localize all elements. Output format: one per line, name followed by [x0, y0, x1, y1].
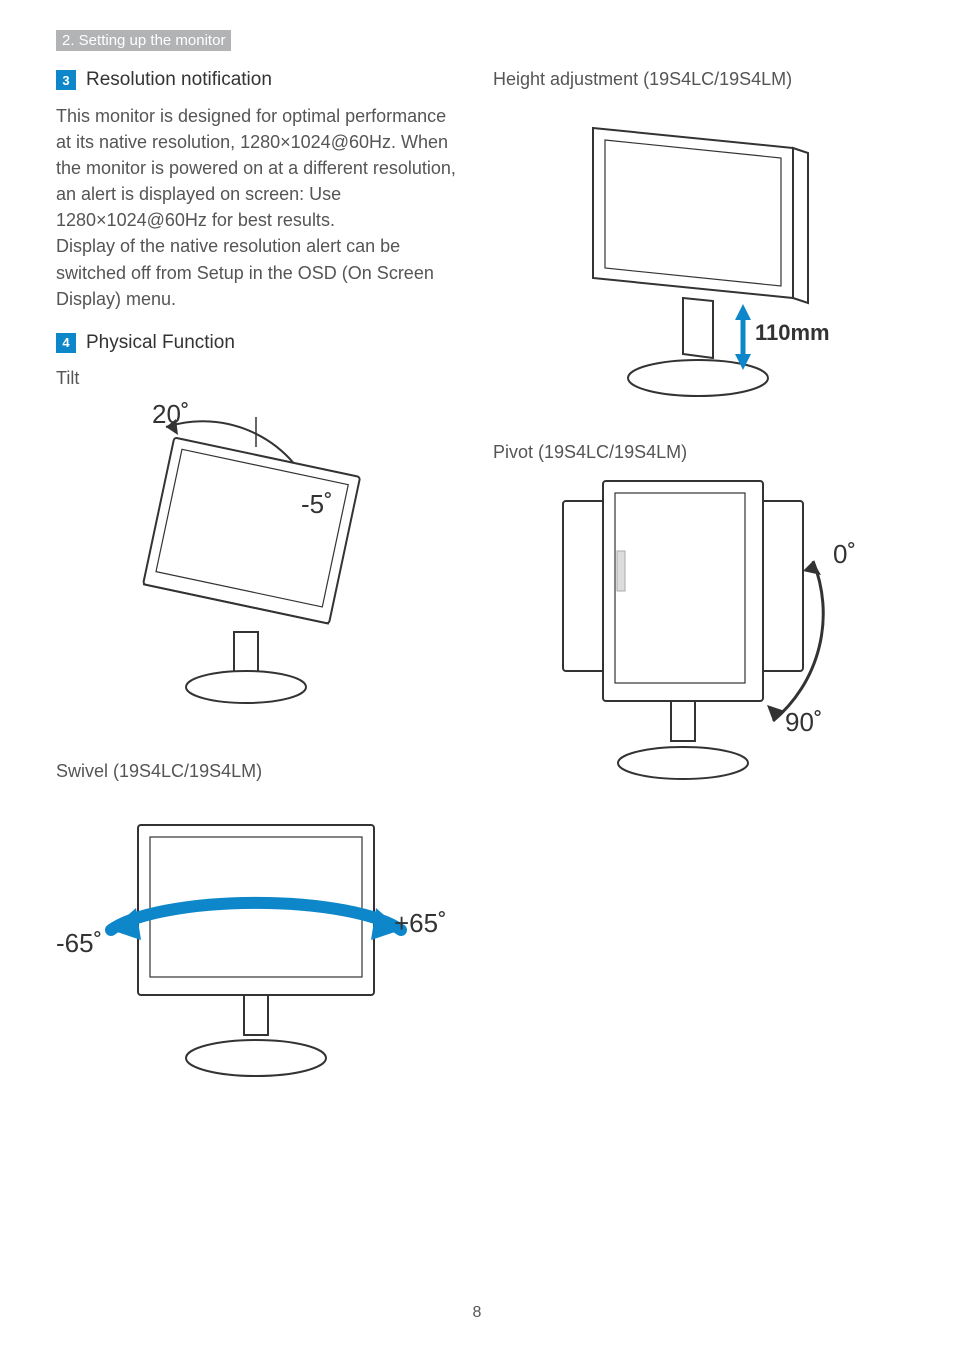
page-number: 8 — [0, 1304, 954, 1322]
height-value-annotation: 110mm — [755, 320, 830, 346]
tilt-label: Tilt — [56, 368, 461, 389]
swivel-figure: -65˚ +65˚ — [56, 790, 461, 1100]
section-4-head: 4 Physical Function — [56, 332, 461, 354]
section-3-number: 3 — [56, 70, 76, 90]
tilt-back-annotation: 20˚ — [152, 399, 190, 430]
tilt-figure: 20˚ -5˚ — [56, 397, 461, 727]
section-4-title: Physical Function — [86, 332, 235, 354]
left-column: 3 Resolution notification This monitor i… — [56, 61, 461, 1124]
height-label: Height adjustment (19S4LC/19S4LM) — [493, 69, 898, 90]
breadcrumb: 2. Setting up the monitor — [56, 30, 231, 51]
pivot-figure: 0˚ 90˚ — [533, 471, 898, 801]
resolution-paragraph: This monitor is designed for optimal per… — [56, 103, 461, 312]
pivot-top-annotation: 0˚ — [833, 539, 856, 570]
pivot-label: Pivot (19S4LC/19S4LM) — [493, 442, 898, 463]
section-4-number: 4 — [56, 333, 76, 353]
height-figure: 110mm — [533, 98, 898, 418]
tilt-fwd-annotation: -5˚ — [301, 489, 333, 520]
right-column: Height adjustment (19S4LC/19S4LM) — [493, 61, 898, 1124]
section-3-head: 3 Resolution notification — [56, 69, 461, 91]
swivel-left-annotation: -65˚ — [56, 928, 102, 959]
section-3-title: Resolution notification — [86, 69, 272, 91]
swivel-label: Swivel (19S4LC/19S4LM) — [56, 761, 461, 782]
swivel-right-annotation: +65˚ — [394, 908, 447, 939]
pivot-bottom-annotation: 90˚ — [785, 707, 823, 738]
